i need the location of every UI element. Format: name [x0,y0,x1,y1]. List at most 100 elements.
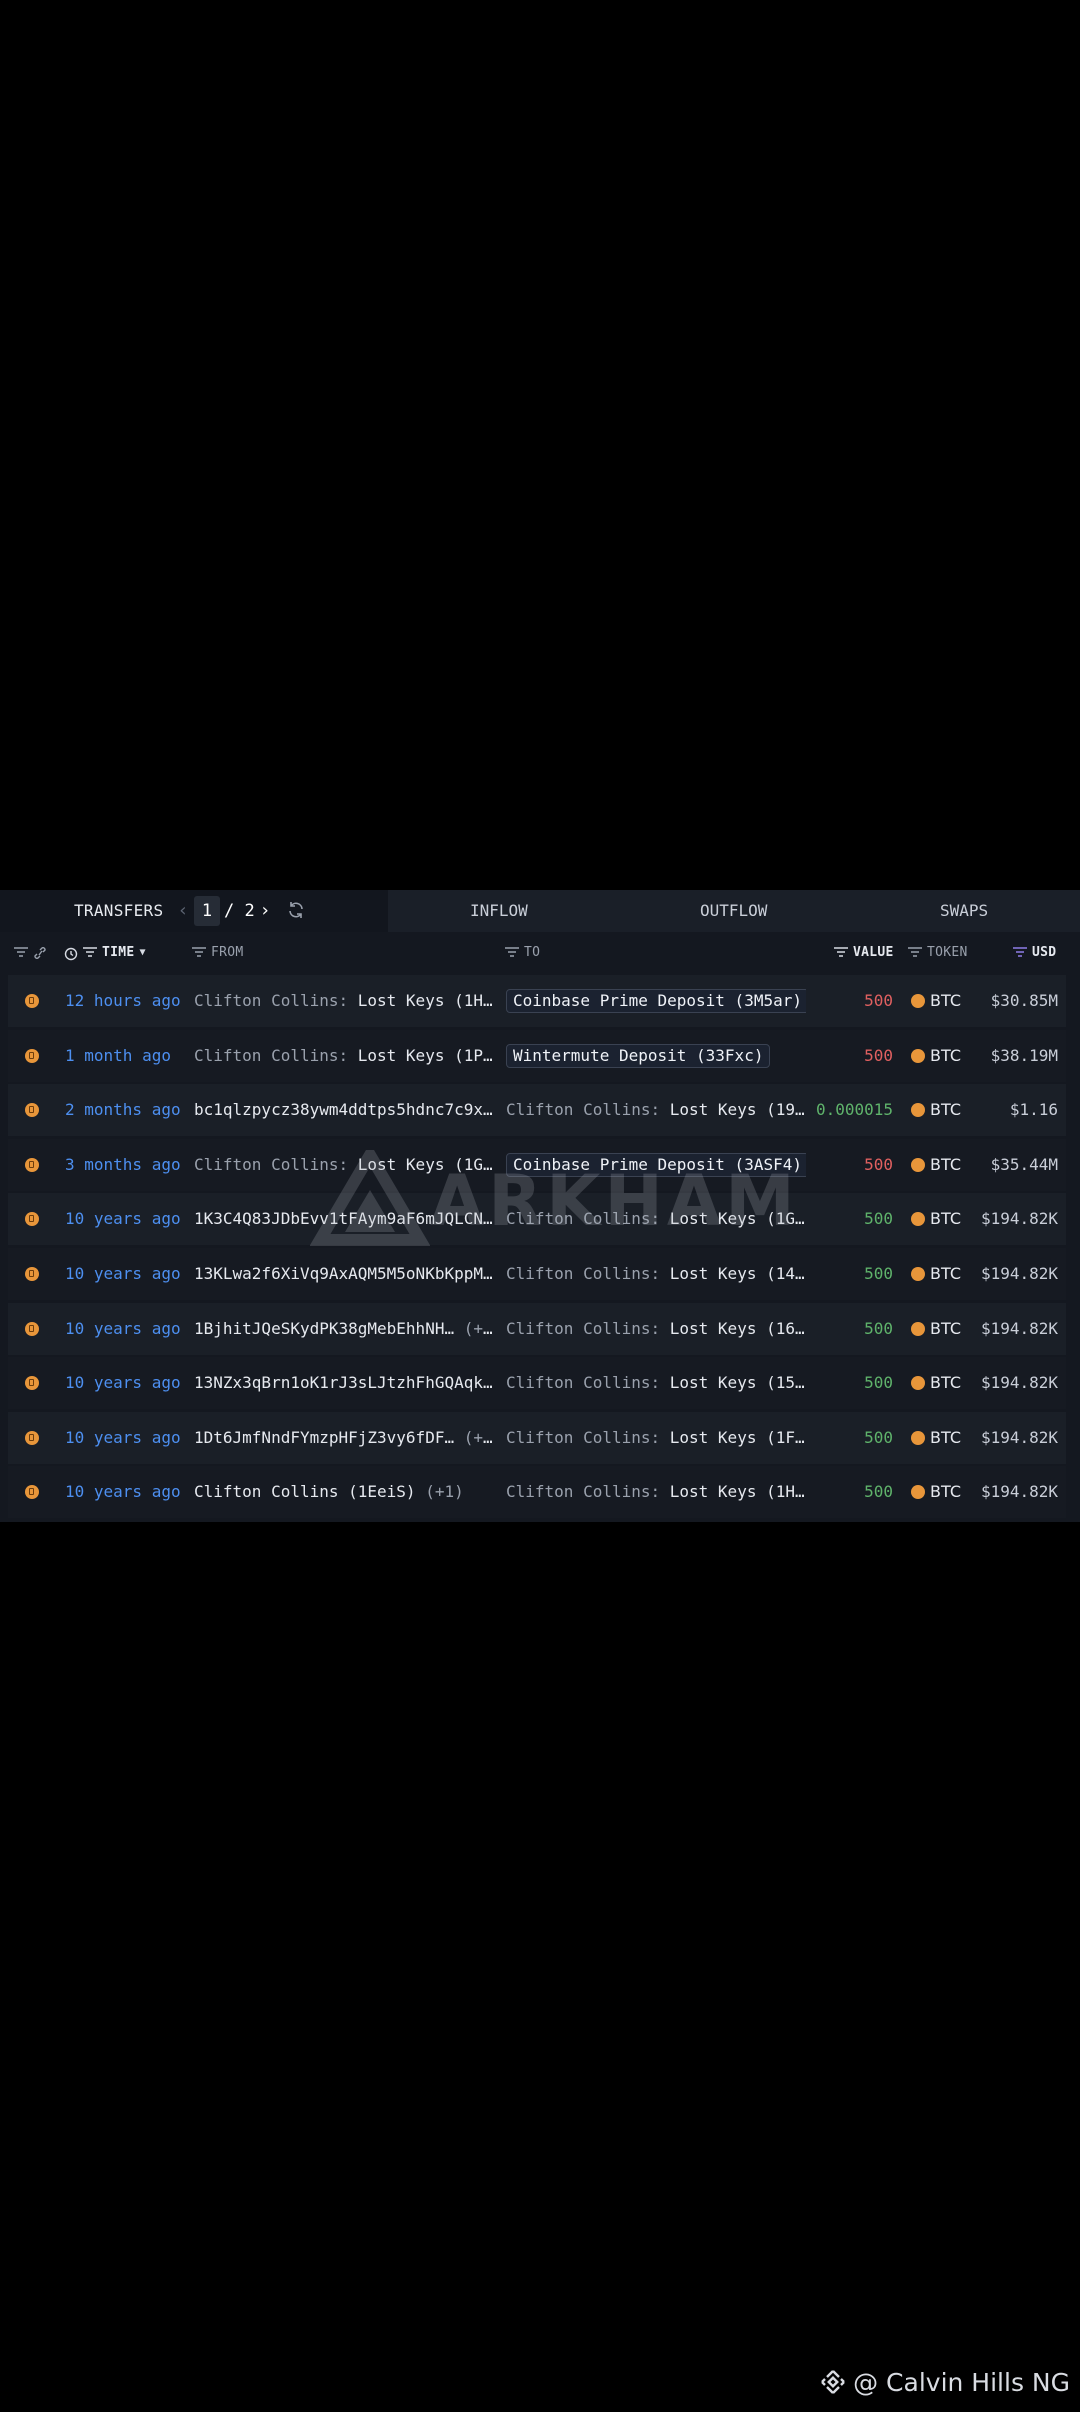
btc-chain-icon [25,1430,39,1445]
btc-token-icon [911,1321,925,1336]
tab-outflow[interactable]: OUTFLOW [700,890,767,932]
btc-token-icon [911,1157,925,1172]
header-to[interactable]: TO [505,932,540,972]
header-token-label: TOKEN [927,944,968,960]
row-usd: $194.82K [980,1318,1058,1338]
row-from[interactable]: 1Dt6JmfNndFYmzpHFjZ3vy6fDF… (+1) [194,1412,494,1464]
btc-chain-icon [25,1103,39,1118]
row-usd: $35.44M [990,1154,1058,1174]
tab-bar: TRANSFERS ‹ 1 / 2 › INFLOW OUTFLOW SWAPS [0,890,1080,932]
footer-credit: @ Calvin Hills NG [819,2362,1070,2402]
header-value[interactable]: VALUE [834,932,894,972]
row-from[interactable]: Clifton Collins: Lost Keys (1H… [194,975,494,1027]
row-time[interactable]: 10 years ago [65,1466,185,1518]
header-filter-group [14,932,47,972]
tab-swaps[interactable]: SWAPS [940,890,988,932]
to-entity: Clifton Collins: [506,1100,661,1120]
row-usd: $194.82K [980,1263,1058,1283]
header-from[interactable]: FROM [192,932,244,972]
btc-token-icon [911,1485,925,1500]
to-exchange-pill[interactable]: Wintermute Deposit (33Fxc) [506,1043,771,1068]
row-time[interactable]: 12 hours ago [65,975,185,1027]
row-time[interactable]: 10 years ago [65,1248,185,1300]
row-time[interactable]: 10 years ago [65,1193,185,1245]
link-icon[interactable] [33,947,47,959]
table-row[interactable]: 2 months ago bc1qlzpycz38ywm4ddtps5hdnc7c… [8,1084,1066,1137]
row-usd: $38.19M [990,1045,1058,1065]
header-token[interactable]: TOKEN [908,932,968,972]
arkham-watermark: ARKHAM [309,1143,795,1270]
row-from[interactable]: bc1qlzpycz38ywm4ddtps5hdnc7c9x… [194,1084,494,1136]
btc-chain-icon [25,1048,39,1063]
to-entity: Clifton Collins: [506,1427,661,1447]
table-row[interactable]: 10 years ago 1BjhitJQeSKydPK38gMebEhhNH… … [8,1302,1066,1355]
filter-icon[interactable] [14,947,28,957]
btc-chain-icon [25,1376,39,1391]
btc-token-icon [911,1048,925,1063]
filter-icon[interactable] [83,947,97,957]
row-from[interactable]: 1BjhitJQeSKydPK38gMebEhhNH… (+2) [194,1303,494,1355]
row-to[interactable]: Coinbase Prime Deposit (3M5ar) [506,975,806,1027]
table-row[interactable]: 1 month ago Clifton Collins: Lost Keys (1… [8,1029,1066,1082]
row-to[interactable]: Clifton Collins: Lost Keys (19… [506,1084,806,1136]
row-value: 500 [864,1373,893,1393]
btc-chain-icon [25,1321,39,1336]
row-usd: $194.82K [980,1482,1058,1502]
row-value: 0.000015 [815,1100,893,1120]
row-to[interactable]: Clifton Collins: Lost Keys (15… [506,1357,806,1409]
table-row[interactable]: 10 years ago 1Dt6JmfNndFYmzpHFjZ3vy6fDF… … [8,1411,1066,1464]
row-time[interactable]: 10 years ago [65,1303,185,1355]
filter-icon[interactable] [834,947,848,957]
from-extra-count: (+1) [415,1482,464,1502]
row-from[interactable]: Clifton Collins (1EeiS) (+1) [194,1466,494,1518]
chevron-left-icon[interactable]: ‹ [174,900,192,922]
btc-token-icon [911,1212,925,1227]
filter-icon[interactable] [505,947,519,957]
to-entity: Clifton Collins: [506,1318,661,1338]
row-to[interactable]: Clifton Collins: Lost Keys (1F… [506,1412,806,1464]
to-exchange-pill[interactable]: Coinbase Prime Deposit (3M5ar) [506,989,806,1013]
table-row[interactable]: 10 years ago 13NZx3qBrn1oK1rJ3sLJtzhFhGQA… [8,1357,1066,1410]
row-to[interactable]: Wintermute Deposit (33Fxc) [506,1030,806,1082]
row-from[interactable]: Clifton Collins: Lost Keys (1P… [194,1030,494,1082]
page-current[interactable]: 1 [194,896,220,926]
row-usd: $1.16 [1009,1100,1058,1120]
row-usd: $194.82K [980,1209,1058,1229]
row-time[interactable]: 10 years ago [65,1412,185,1464]
header-time[interactable]: TIME ▼ [64,932,146,972]
row-to[interactable]: Clifton Collins: Lost Keys (1H… [506,1466,806,1518]
row-time[interactable]: 10 years ago [65,1357,185,1409]
from-extra-count: (+2) [463,1318,494,1338]
refresh-icon[interactable] [286,900,308,922]
row-value: 500 [864,1482,893,1502]
row-time[interactable]: 2 months ago [65,1084,185,1136]
tab-transfers[interactable]: TRANSFERS [74,890,163,932]
table-row[interactable]: 10 years ago Clifton Collins (1EeiS) (+1)… [8,1466,1066,1519]
from-address: Lost Keys (1H… [348,991,493,1010]
from-address: Lost Keys (1P… [348,1045,493,1065]
row-from[interactable]: 13NZx3qBrn1oK1rJ3sLJtzhFhGQAqk… [194,1357,494,1409]
header-to-label: TO [524,944,541,960]
filter-icon[interactable] [1013,947,1027,957]
to-entity: Clifton Collins: [506,1373,661,1393]
header-usd[interactable]: USD [1013,932,1056,972]
table-header: TIME ▼ FROM TO VALUE TOKEN USD [0,932,1080,972]
row-value: 500 [864,1263,893,1283]
btc-chain-icon [25,1212,39,1227]
from-address: 1BjhitJQeSKydPK38gMebEhhNH… [194,1318,455,1338]
to-entity: Clifton Collins: [506,1482,661,1502]
filter-icon[interactable] [192,947,206,957]
chevron-right-icon[interactable]: › [256,900,274,922]
btc-token-icon [911,1266,925,1281]
filter-icon[interactable] [908,947,922,957]
row-to[interactable]: Clifton Collins: Lost Keys (16… [506,1303,806,1355]
btc-chain-icon [25,994,39,1008]
row-usd: $30.85M [990,991,1058,1010]
from-entity: Clifton Collins: [194,991,349,1010]
table-row[interactable]: 12 hours ago Clifton Collins: Lost Keys (… [8,975,1066,1027]
row-time[interactable]: 1 month ago [65,1030,185,1082]
row-time[interactable]: 3 months ago [65,1139,185,1191]
btc-token-icon [911,1103,925,1118]
tab-inflow[interactable]: INFLOW [470,890,528,932]
row-value: 500 [864,1045,893,1065]
